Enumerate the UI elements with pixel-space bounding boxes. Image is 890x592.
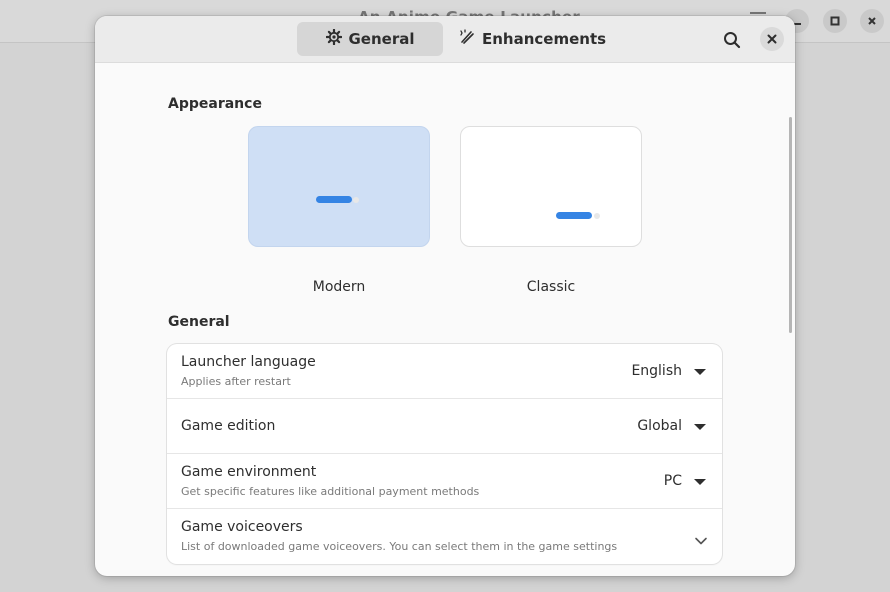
dialog-body: Appearance Modern Classic General Launch…: [95, 63, 795, 576]
search-icon[interactable]: [719, 27, 745, 53]
close-icon[interactable]: [760, 27, 784, 51]
classic-preview-dot: [594, 213, 600, 219]
style-label-modern: Modern: [312, 279, 366, 295]
window-close-icon[interactable]: [860, 9, 884, 33]
row-subtitle: Applies after restart: [181, 375, 291, 388]
launcher-language-row[interactable]: Launcher language Applies after restart …: [167, 344, 722, 399]
appearance-heading: Appearance: [168, 96, 262, 112]
tab-general[interactable]: General: [297, 22, 443, 56]
gear-icon: [325, 28, 342, 49]
general-heading: General: [168, 314, 230, 330]
game-edition-dropdown[interactable]: Global: [637, 418, 682, 434]
row-title: Game voiceovers: [181, 519, 303, 535]
row-subtitle: List of downloaded game voiceovers. You …: [181, 540, 618, 553]
magic-brush-icon: [459, 29, 475, 49]
style-label-classic: Classic: [526, 279, 576, 295]
game-environment-row[interactable]: Game environment Get specific features l…: [167, 454, 722, 509]
style-option-modern[interactable]: [248, 126, 430, 247]
game-voiceovers-row[interactable]: Game voiceovers List of downloaded game …: [167, 509, 722, 564]
dropdown-arrow-icon[interactable]: [694, 479, 706, 485]
game-environment-dropdown[interactable]: PC: [664, 473, 682, 489]
general-settings-list: Launcher language Applies after restart …: [167, 344, 722, 564]
modern-preview-bar: [316, 196, 352, 203]
scrollbar[interactable]: [789, 117, 792, 333]
maximize-icon[interactable]: [823, 9, 847, 33]
dropdown-arrow-icon[interactable]: [694, 369, 706, 375]
dropdown-arrow-icon[interactable]: [694, 424, 706, 430]
tab-enhancements-label: Enhancements: [482, 30, 607, 48]
style-option-classic[interactable]: [460, 126, 642, 247]
modern-preview-dot: [353, 197, 359, 203]
classic-preview-bar: [556, 212, 592, 219]
row-subtitle: Get specific features like additional pa…: [181, 485, 480, 498]
row-title: Game edition: [181, 418, 276, 434]
chevron-down-icon[interactable]: [694, 531, 708, 550]
row-title: Launcher language: [181, 354, 316, 370]
tab-enhancements[interactable]: Enhancements: [447, 22, 606, 56]
game-edition-row[interactable]: Game edition Global: [167, 399, 722, 454]
preferences-dialog: General Enhancements Appearance Modern C…: [95, 16, 795, 576]
tab-general-label: General: [348, 30, 415, 48]
launcher-language-dropdown[interactable]: English: [631, 363, 682, 379]
dialog-header: General Enhancements: [95, 16, 795, 63]
row-title: Game environment: [181, 464, 317, 480]
